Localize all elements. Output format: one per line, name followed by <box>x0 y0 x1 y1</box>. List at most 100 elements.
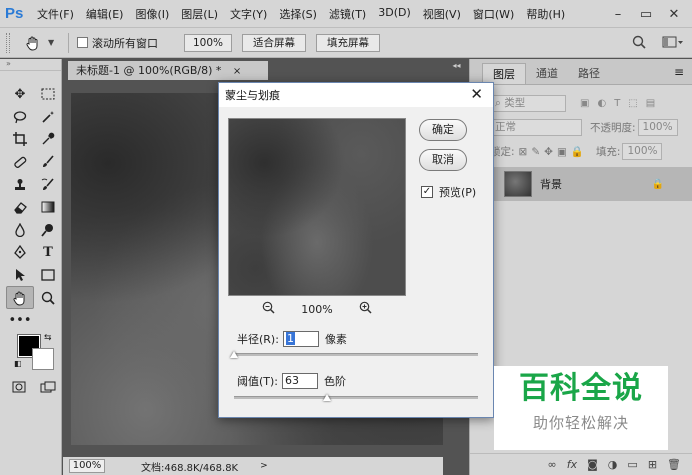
screen-mode-icon[interactable] <box>40 381 56 396</box>
background-color-swatch[interactable] <box>32 348 54 370</box>
threshold-slider-thumb[interactable] <box>323 394 331 401</box>
toolbox: » ✥ T ••• ⇆ ◧ <box>0 59 62 475</box>
tab-channels[interactable]: 通道 <box>526 63 568 84</box>
preview-checkbox[interactable]: ✓ <box>421 186 433 198</box>
marquee-tool-icon[interactable] <box>34 83 62 106</box>
swap-colors-icon[interactable]: ⇆ <box>44 333 52 343</box>
search-icon[interactable] <box>632 35 646 52</box>
zoom-100-button[interactable]: 100% <box>184 33 232 52</box>
fill-label: 填充: <box>595 145 621 158</box>
watermark: 百科全说 助你轻松解决 <box>494 366 668 450</box>
more-tools-icon[interactable]: ••• <box>6 309 34 332</box>
clone-stamp-icon[interactable] <box>6 173 34 196</box>
dodge-tool-icon[interactable] <box>34 219 62 242</box>
eraser-icon[interactable] <box>6 196 34 219</box>
add-mask-icon[interactable]: ◙ <box>587 458 598 471</box>
menu-layer[interactable]: 图层(L) <box>181 6 218 22</box>
menu-file[interactable]: 文件(F) <box>37 6 74 22</box>
menu-3d[interactable]: 3D(D) <box>378 6 411 22</box>
zoom-out-icon[interactable] <box>262 301 275 318</box>
pen-tool-icon[interactable] <box>6 241 34 264</box>
watermark-title: 百科全说 <box>519 371 643 406</box>
menu-window[interactable]: 窗口(W) <box>473 6 514 22</box>
zoom-in-icon[interactable] <box>359 301 372 318</box>
layer-row[interactable]: 👁 背景 🔒 <box>470 167 692 201</box>
healing-brush-icon[interactable] <box>6 151 34 174</box>
lock-icons[interactable]: ⊠✎✥▣🔒 <box>519 145 588 158</box>
radius-unit: 像素 <box>324 333 347 346</box>
close-tab-icon[interactable]: × <box>233 66 241 77</box>
shape-filter-icon[interactable]: ⬚ <box>628 98 637 109</box>
minimize-icon[interactable]: – <box>604 7 632 22</box>
eyedropper-icon[interactable] <box>34 128 62 151</box>
watermark-subtitle: 助你轻松解决 <box>532 414 629 432</box>
menu-help[interactable]: 帮助(H) <box>526 6 565 22</box>
hand-tool-icon[interactable] <box>6 286 34 309</box>
scroll-all-windows-checkbox[interactable] <box>77 37 88 48</box>
default-colors-icon[interactable]: ◧ <box>14 359 22 368</box>
blur-tool-icon[interactable] <box>6 219 34 242</box>
options-bar-grip[interactable] <box>6 32 10 53</box>
ok-button[interactable]: 确定 <box>419 119 467 141</box>
opacity-field[interactable]: 100% <box>637 118 678 136</box>
fx-icon[interactable]: fx <box>567 458 577 471</box>
close-window-icon[interactable]: ✕ <box>660 7 688 22</box>
toolbox-header[interactable]: » <box>0 59 61 71</box>
move-tool-icon[interactable]: ✥ <box>6 83 34 106</box>
tab-paths[interactable]: 路径 <box>568 63 610 84</box>
filter-preview[interactable] <box>228 118 406 296</box>
lasso-tool-icon[interactable] <box>6 106 34 129</box>
status-zoom-field[interactable]: 100% <box>69 459 105 473</box>
fill-field[interactable]: 100% <box>622 142 663 160</box>
fill-screen-button[interactable]: 填充屏幕 <box>316 33 380 52</box>
history-brush-icon[interactable] <box>34 173 62 196</box>
menu-image[interactable]: 图像(I) <box>135 6 169 22</box>
type-filter-icon[interactable]: T <box>614 98 620 109</box>
dust-scratches-dialog: 蒙尘与划痕 ✕ 100% 确定 取消 ✓ 预览(P) 半径(R): 1 像素 阈… <box>218 82 494 418</box>
document-tab[interactable]: 未标题-1 @ 100%(RGB/8) * × <box>68 61 268 80</box>
cancel-button[interactable]: 取消 <box>419 149 467 171</box>
hand-tool-preset-icon[interactable] <box>18 35 48 51</box>
threshold-slider[interactable] <box>234 394 478 401</box>
new-layer-icon[interactable]: ⊞ <box>648 458 657 471</box>
panel-menu-icon[interactable]: ≡ <box>674 65 684 79</box>
adjustment-layer-icon[interactable]: ◑ <box>608 458 618 471</box>
layer-filter-select[interactable]: ⌕ 类型 <box>490 94 566 112</box>
close-icon[interactable]: ✕ <box>470 85 483 103</box>
menu-type[interactable]: 文字(Y) <box>230 6 267 22</box>
preview-checkbox-row[interactable]: ✓ 预览(P) <box>421 184 476 200</box>
menu-filter[interactable]: 滤镜(T) <box>329 6 366 22</box>
workspace-icon[interactable] <box>662 35 684 52</box>
radius-slider[interactable] <box>230 351 478 358</box>
adjustment-filter-icon[interactable]: ◐ <box>597 98 606 109</box>
menu-select[interactable]: 选择(S) <box>279 6 317 22</box>
tool-grid: ✥ T ••• <box>0 71 61 332</box>
menu-view[interactable]: 视图(V) <box>423 6 461 22</box>
tab-layers[interactable]: 图层 <box>482 63 526 84</box>
fit-screen-button[interactable]: 适合屏幕 <box>242 33 306 52</box>
rectangle-tool-icon[interactable] <box>34 264 62 287</box>
delete-layer-icon[interactable]: 🗑 <box>667 458 681 471</box>
link-layers-icon[interactable]: ∞ <box>548 458 557 471</box>
radius-input[interactable]: 1 <box>282 331 319 347</box>
magic-wand-icon[interactable] <box>34 106 62 129</box>
image-filter-icon[interactable]: ▣ <box>580 98 589 109</box>
type-tool-icon[interactable]: T <box>34 241 62 264</box>
status-menu-arrow[interactable]: > <box>260 461 268 471</box>
path-selection-icon[interactable] <box>6 264 34 287</box>
quick-mask-icon[interactable] <box>12 381 26 396</box>
collapse-panels-icon[interactable]: ◂◂ <box>444 61 469 70</box>
brush-tool-icon[interactable] <box>34 151 62 174</box>
new-group-icon[interactable]: ▭ <box>627 458 637 471</box>
maximize-icon[interactable]: ▭ <box>632 7 660 22</box>
smart-object-filter-icon[interactable]: ▤ <box>646 98 655 109</box>
radius-slider-thumb[interactable] <box>230 351 238 358</box>
blend-mode-select[interactable]: 正常 <box>490 118 582 136</box>
zoom-tool-icon[interactable] <box>34 286 62 309</box>
gradient-tool-icon[interactable] <box>34 196 62 219</box>
dialog-title-bar[interactable]: 蒙尘与划痕 <box>219 83 493 107</box>
menu-edit[interactable]: 编辑(E) <box>86 6 124 22</box>
threshold-input[interactable]: 63 <box>282 373 319 389</box>
crop-tool-icon[interactable] <box>6 128 34 151</box>
chevron-down-icon[interactable]: ▼ <box>48 38 60 47</box>
